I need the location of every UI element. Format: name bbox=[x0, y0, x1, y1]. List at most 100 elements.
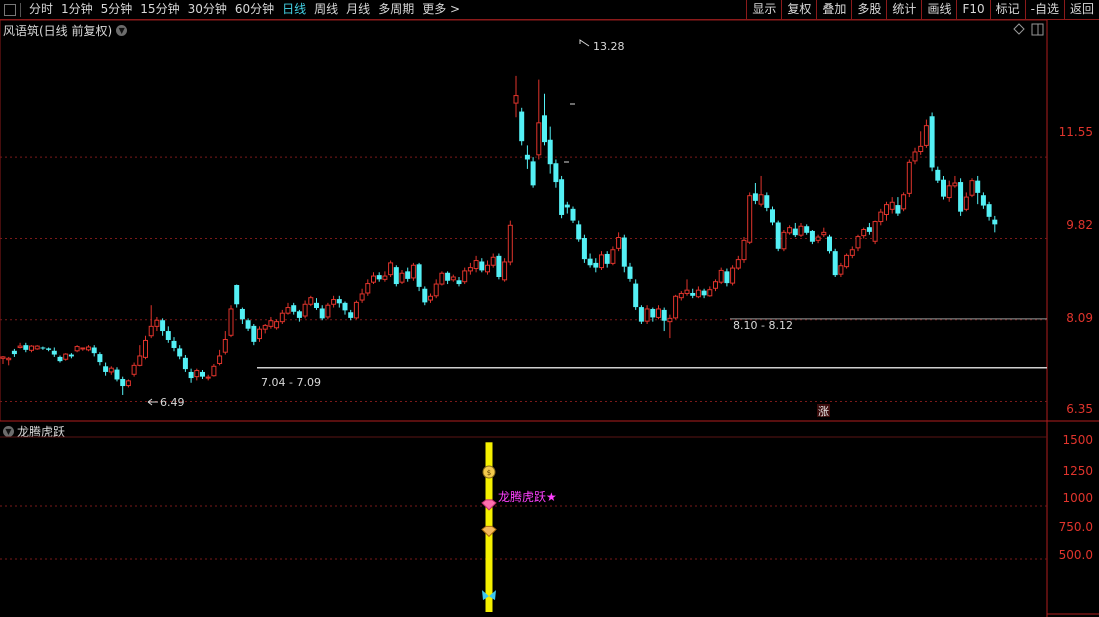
candle bbox=[23, 342, 29, 353]
candle bbox=[473, 255, 479, 273]
candle bbox=[171, 337, 177, 352]
low-arrow-icon bbox=[147, 398, 158, 406]
price-tick-label: 11.55 bbox=[1059, 125, 1093, 139]
candle bbox=[935, 166, 941, 183]
candle-body bbox=[781, 231, 787, 250]
candle bbox=[884, 201, 889, 221]
candle bbox=[46, 347, 52, 352]
candle bbox=[747, 192, 753, 245]
candle bbox=[245, 318, 251, 332]
candle-body bbox=[285, 307, 291, 314]
candle-body bbox=[656, 308, 661, 318]
candle-body bbox=[986, 204, 992, 217]
candle bbox=[336, 295, 342, 308]
candle-body bbox=[667, 317, 673, 323]
candle-body bbox=[262, 324, 268, 330]
candle bbox=[165, 326, 171, 343]
candle-body bbox=[422, 288, 428, 303]
candle-body bbox=[462, 270, 468, 283]
candle-body bbox=[553, 163, 559, 183]
candle-body bbox=[844, 254, 850, 268]
candle bbox=[764, 192, 770, 212]
candle bbox=[587, 253, 593, 268]
candle-body bbox=[245, 320, 251, 329]
candle bbox=[855, 234, 861, 252]
candle-body bbox=[348, 312, 354, 318]
candle bbox=[462, 267, 468, 285]
candle bbox=[97, 352, 103, 366]
candle bbox=[182, 355, 188, 372]
candle-body bbox=[268, 320, 274, 327]
candle-body bbox=[279, 312, 285, 323]
candle bbox=[593, 258, 599, 273]
candle bbox=[325, 302, 331, 320]
candle bbox=[678, 291, 684, 301]
candle bbox=[923, 119, 929, 148]
candle bbox=[496, 253, 502, 280]
candle-body bbox=[593, 262, 599, 268]
candle-body bbox=[291, 305, 297, 312]
diamond-icon[interactable] bbox=[1013, 23, 1025, 35]
candle-body bbox=[570, 208, 576, 221]
candle bbox=[365, 279, 371, 296]
candle-body bbox=[6, 357, 12, 361]
candle-body bbox=[741, 239, 747, 261]
price-tick-label: 9.82 bbox=[1066, 218, 1093, 232]
candle-body bbox=[599, 254, 604, 269]
candle-body bbox=[764, 195, 770, 208]
candle-body bbox=[707, 289, 713, 297]
candle bbox=[895, 197, 901, 216]
candle bbox=[889, 197, 895, 214]
ruby-gem-icon bbox=[481, 499, 497, 511]
candle bbox=[792, 222, 798, 238]
candle bbox=[382, 271, 388, 282]
candle bbox=[980, 192, 986, 209]
candle bbox=[359, 288, 365, 303]
candle-body bbox=[473, 260, 479, 270]
candle-body bbox=[872, 221, 878, 242]
chart-canvas[interactable]: 11.55 9.82 8.09 6.35 13.28 6.49 7.04 - 7… bbox=[0, 0, 1099, 617]
candle-body bbox=[382, 275, 388, 280]
candle-body bbox=[752, 193, 758, 201]
candle-body bbox=[410, 264, 416, 279]
candle-body bbox=[308, 297, 314, 305]
candle bbox=[581, 234, 587, 263]
candle-body bbox=[257, 328, 262, 340]
candle-body bbox=[678, 292, 684, 299]
high-arrow-icon bbox=[579, 39, 590, 47]
candle-body bbox=[467, 267, 473, 272]
candle-body bbox=[542, 115, 547, 143]
candle-body bbox=[143, 339, 148, 358]
candle bbox=[906, 159, 912, 198]
candle-body bbox=[912, 151, 918, 162]
candle bbox=[416, 262, 422, 292]
candle-body bbox=[604, 253, 610, 264]
candle bbox=[986, 201, 992, 221]
candle bbox=[627, 262, 633, 282]
candle bbox=[274, 319, 280, 330]
candle bbox=[695, 286, 701, 299]
candlestick-series bbox=[0, 75, 998, 395]
candle-body bbox=[125, 380, 131, 387]
candle-body bbox=[798, 225, 804, 236]
candle-body bbox=[923, 125, 929, 146]
candle bbox=[570, 206, 576, 223]
candle-body bbox=[200, 371, 205, 377]
candle bbox=[610, 246, 616, 266]
candle-body bbox=[889, 201, 895, 210]
candle-body bbox=[621, 237, 627, 267]
money-bag-icon: $ bbox=[482, 465, 496, 479]
candle bbox=[63, 353, 69, 361]
candle-body bbox=[861, 229, 867, 237]
candle bbox=[74, 345, 80, 353]
candle-body bbox=[804, 226, 810, 233]
candle-body bbox=[969, 180, 975, 196]
candle-body bbox=[342, 302, 348, 311]
candle-body bbox=[730, 267, 736, 284]
candle bbox=[485, 260, 490, 275]
candle-body bbox=[792, 228, 798, 236]
candle bbox=[467, 262, 473, 275]
candle-body bbox=[91, 347, 97, 354]
candle bbox=[559, 175, 565, 219]
candle-body bbox=[57, 356, 63, 362]
